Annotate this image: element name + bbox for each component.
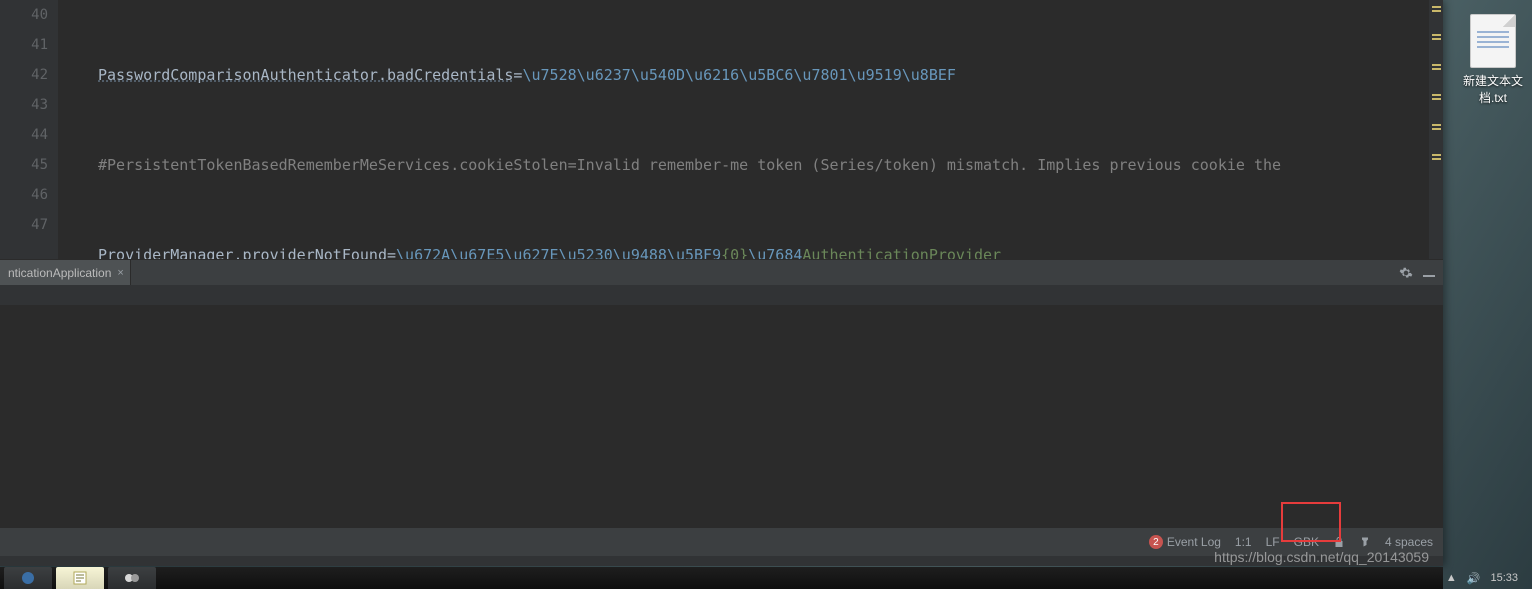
- tool-tab[interactable]: nticationApplication ×: [0, 260, 131, 286]
- tray-icon[interactable]: ▲: [1446, 572, 1457, 584]
- text-file-icon: [1470, 14, 1516, 68]
- desktop-file[interactable]: 新建文本文 档.txt: [1462, 14, 1524, 106]
- taskbar-app[interactable]: [108, 567, 156, 589]
- ide-window: 40 41 42 43 44 45 46 47 PasswordComparis…: [0, 0, 1443, 566]
- line-number: 47: [0, 210, 48, 240]
- line-number: 44: [0, 120, 48, 150]
- readonly-icon[interactable]: [1333, 536, 1345, 548]
- line-separator[interactable]: LF: [1266, 535, 1280, 549]
- code-line: PasswordComparisonAuthenticator.badCrede…: [98, 60, 1443, 90]
- memory-icon[interactable]: [1359, 536, 1371, 548]
- close-icon[interactable]: ×: [117, 267, 123, 279]
- taskbar-app[interactable]: [4, 567, 52, 589]
- code-line: ProviderManager.providerNotFound=\u672A\…: [98, 240, 1443, 259]
- status-bar: 2 Event Log 1:1 LF GBK 4 spaces: [0, 527, 1443, 556]
- desktop-file-label: 新建文本文 档.txt: [1462, 72, 1524, 106]
- desktop-background: 新建文本文 档.txt 40 41 42 43 44 45 46 47 Pass…: [0, 0, 1532, 589]
- code-line: #PersistentTokenBasedRememberMeServices.…: [98, 150, 1443, 180]
- line-number: 41: [0, 30, 48, 60]
- event-count-badge: 2: [1149, 535, 1163, 549]
- tray-clock[interactable]: 15:33: [1490, 572, 1518, 584]
- taskbar-app[interactable]: [56, 567, 104, 589]
- tool-tab-label: nticationApplication: [8, 266, 111, 280]
- line-number: 43: [0, 90, 48, 120]
- indent-indicator[interactable]: 4 spaces: [1385, 535, 1433, 549]
- editor-area[interactable]: 40 41 42 43 44 45 46 47 PasswordComparis…: [0, 0, 1443, 259]
- gear-icon[interactable]: [1399, 266, 1413, 280]
- gutter: 40 41 42 43 44 45 46 47: [0, 0, 58, 259]
- event-log-label: Event Log: [1167, 535, 1221, 549]
- taskbar[interactable]: [0, 567, 1443, 589]
- system-tray[interactable]: ▲ 🔊 15:33: [1446, 567, 1518, 589]
- event-log-button[interactable]: 2 Event Log: [1149, 535, 1221, 549]
- tool-window-tabbar: nticationApplication ×: [0, 259, 1443, 287]
- cursor-position[interactable]: 1:1: [1235, 535, 1252, 549]
- line-number: 46: [0, 180, 48, 210]
- file-encoding[interactable]: GBK: [1294, 535, 1319, 549]
- tool-inner-header: [0, 285, 1443, 306]
- tool-window-body[interactable]: [0, 285, 1443, 527]
- line-number: 40: [0, 0, 48, 30]
- line-number: 45: [0, 150, 48, 180]
- tray-icon[interactable]: 🔊: [1467, 572, 1481, 585]
- minimize-icon[interactable]: [1423, 266, 1435, 280]
- marker-strip[interactable]: [1429, 0, 1443, 259]
- code[interactable]: PasswordComparisonAuthenticator.badCrede…: [58, 0, 1443, 259]
- line-number: 42: [0, 60, 48, 90]
